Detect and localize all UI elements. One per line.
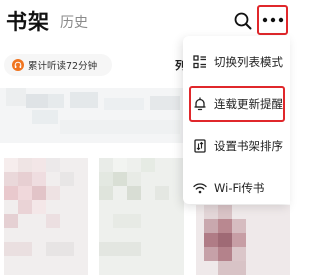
- tab-history[interactable]: 历史: [60, 12, 88, 32]
- listen-time-pill[interactable]: 累计听读72分钟: [4, 54, 112, 76]
- book-cover[interactable]: [4, 158, 88, 275]
- menu-item-wifi-transfer[interactable]: Wi-Fi传书: [189, 170, 285, 206]
- menu-item-label: 连载更新提醒: [214, 97, 283, 111]
- list-view-icon: [193, 55, 206, 69]
- more-horizontal-icon: [262, 17, 283, 23]
- search-icon[interactable]: [234, 12, 252, 30]
- menu-item-serial-update-reminder[interactable]: 连载更新提醒: [189, 86, 285, 122]
- bell-icon: [194, 97, 206, 111]
- sort-icon: [194, 139, 206, 153]
- wifi-icon: [193, 183, 207, 194]
- more-options-menu: 切换列表模式 连载更新提醒 设置书架排序 Wi-Fi传书: [183, 36, 290, 204]
- headphones-icon: [12, 59, 24, 71]
- menu-item-label: 切换列表模式: [214, 55, 283, 69]
- book-cover[interactable]: [196, 205, 290, 275]
- menu-item-set-shelf-sort[interactable]: 设置书架排序: [189, 128, 285, 164]
- tab-bookshelf[interactable]: 书架: [6, 6, 50, 36]
- menu-item-switch-list-mode[interactable]: 切换列表模式: [189, 44, 285, 80]
- menu-item-label: Wi-Fi传书: [214, 181, 265, 195]
- book-cover[interactable]: [99, 158, 184, 275]
- more-button[interactable]: [257, 5, 288, 35]
- menu-item-label: 设置书架排序: [214, 139, 283, 153]
- listen-time-text: 累计听读72分钟: [28, 61, 98, 72]
